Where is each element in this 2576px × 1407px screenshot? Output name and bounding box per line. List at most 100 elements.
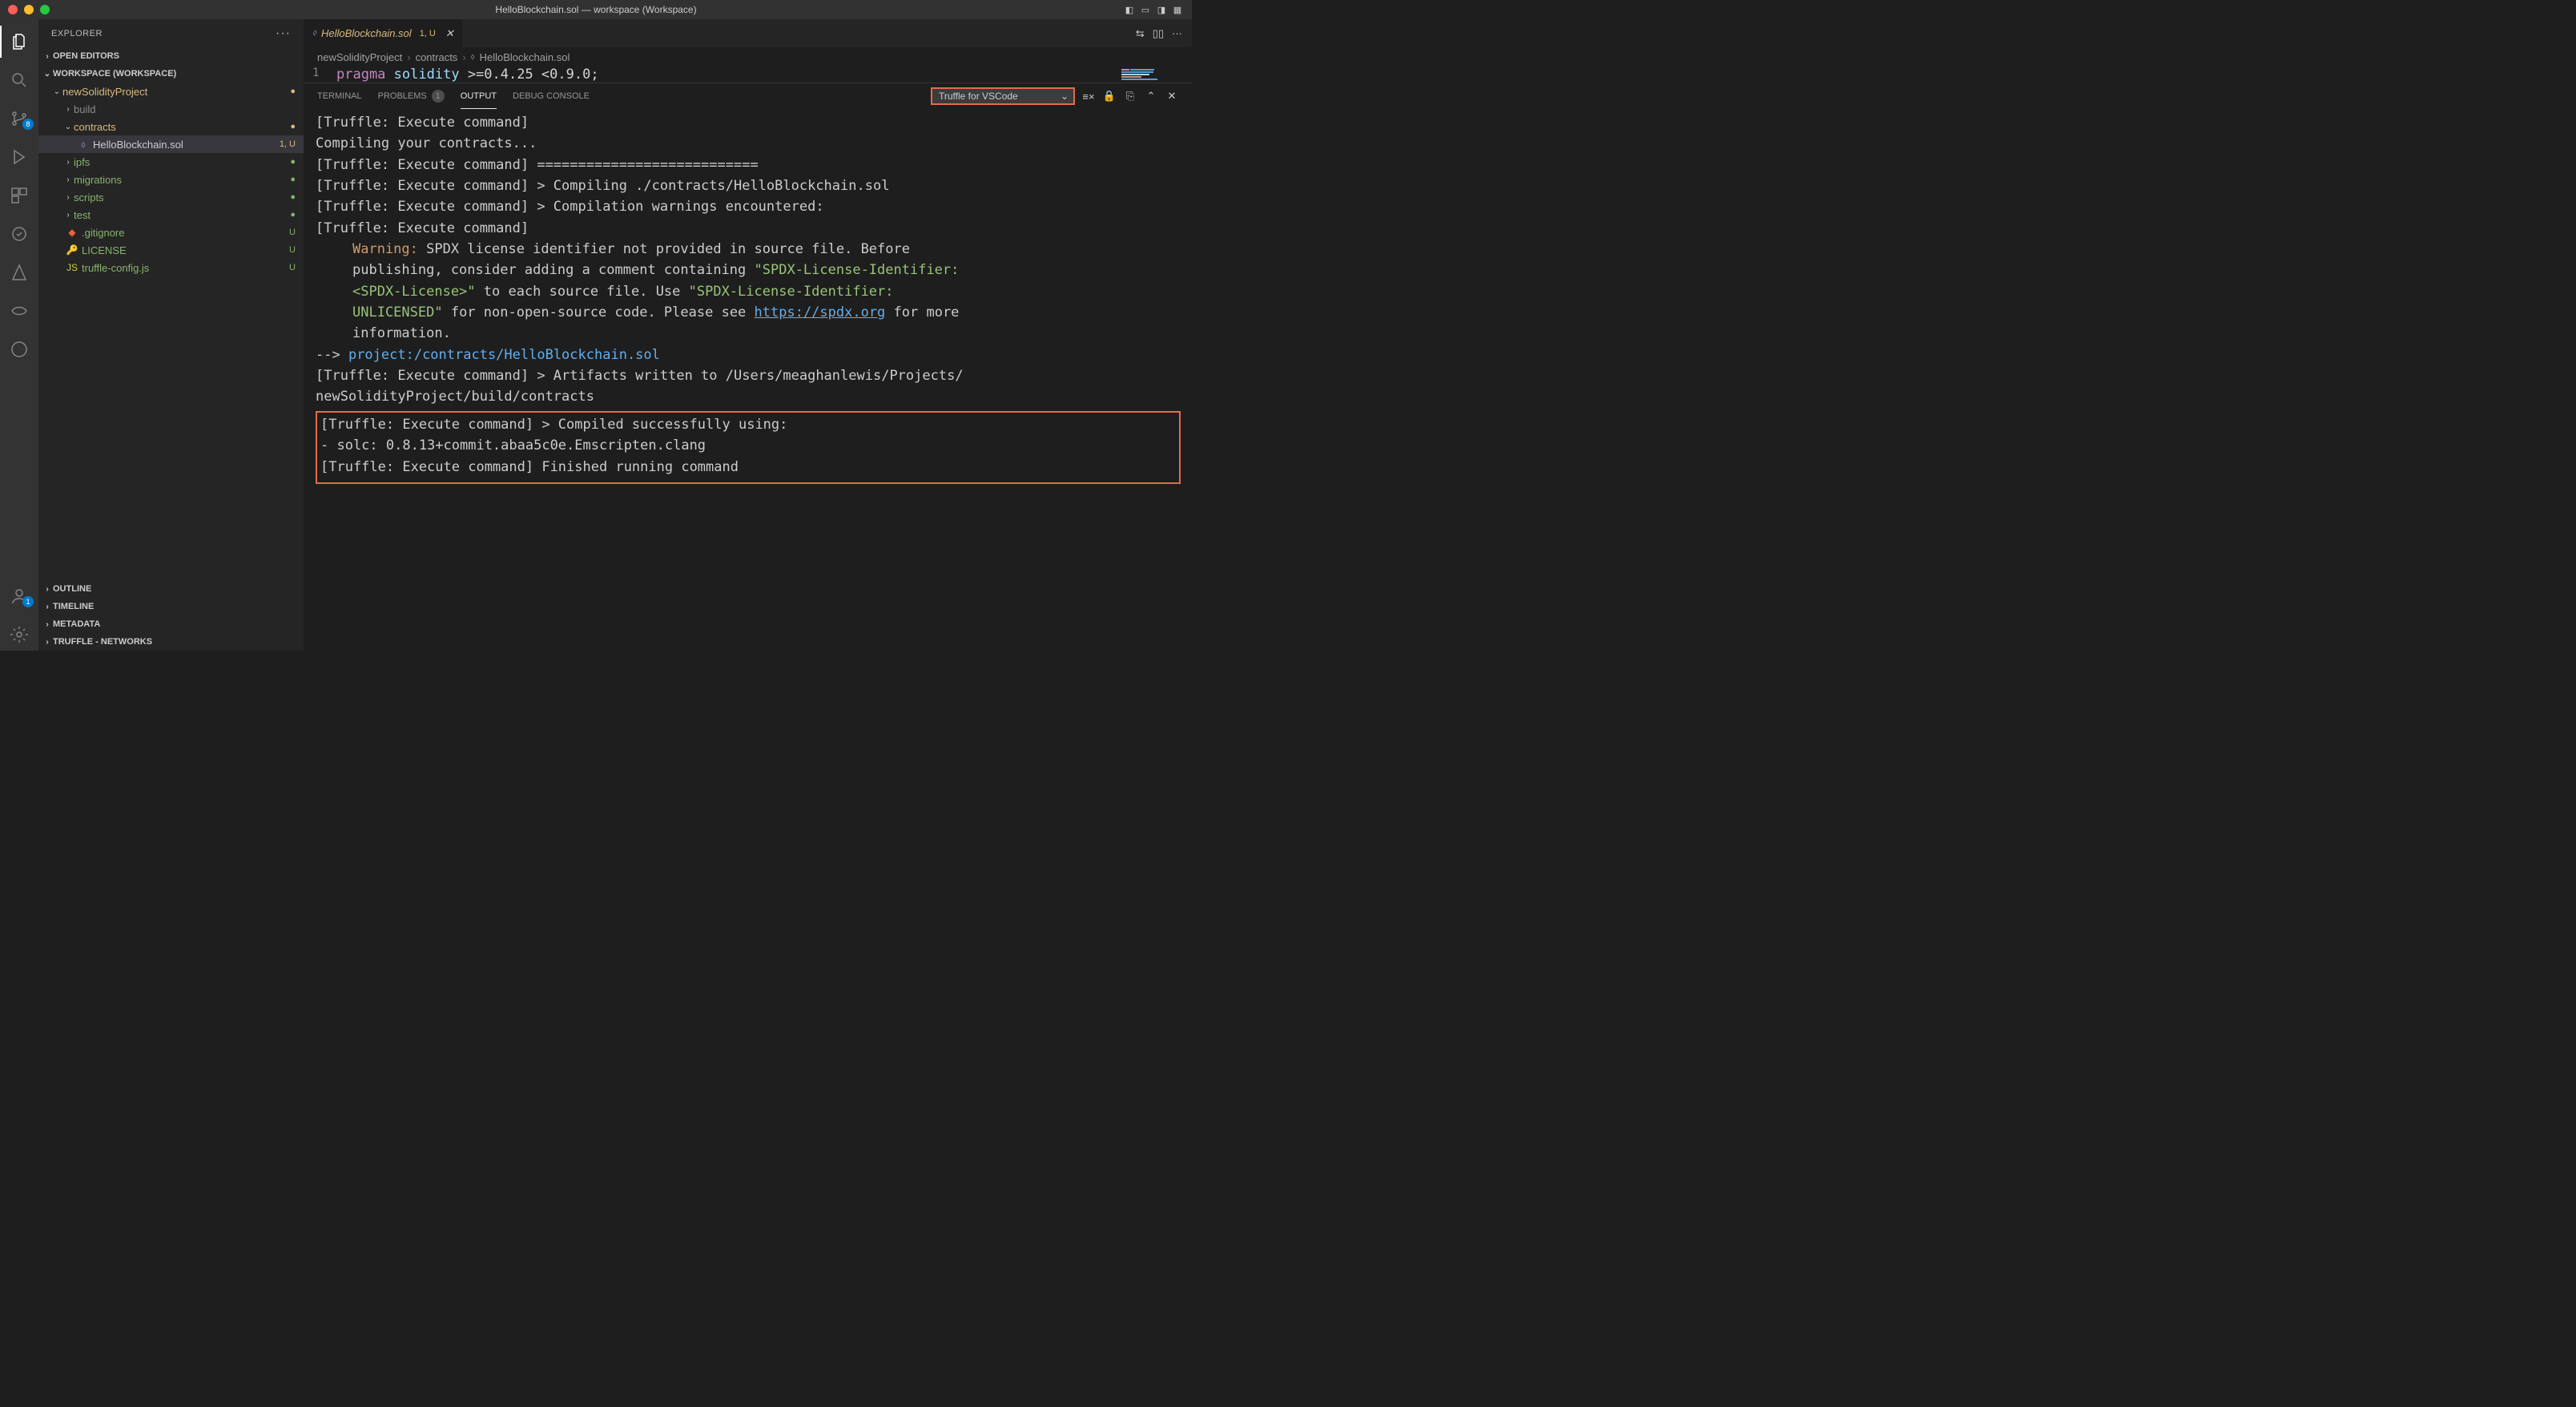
github-icon <box>10 340 29 359</box>
source-control-activity[interactable]: 8 <box>0 103 38 135</box>
beaker-icon <box>10 224 29 244</box>
clear-output-icon[interactable]: ⎘ <box>1123 90 1137 103</box>
folder-test[interactable]: › test ● <box>38 206 304 224</box>
breadcrumb[interactable]: newSolidityProject › contracts › ⬨ Hello… <box>304 47 1192 67</box>
open-editors-label: OPEN EDITORS <box>53 51 119 61</box>
testing-activity[interactable] <box>0 218 38 250</box>
breadcrumb-segment[interactable]: HelloBlockchain.sol <box>480 51 570 63</box>
account-badge: 1 <box>22 596 34 607</box>
file-gitignore[interactable]: ◆ .gitignore U <box>38 224 304 241</box>
folder-label: ipfs <box>74 156 90 168</box>
git-dot-icon: ● <box>290 122 296 131</box>
file-license[interactable]: 🔑 LICENSE U <box>38 241 304 259</box>
output-line: [Truffle: Execute command] Finished runn… <box>320 457 1176 478</box>
output-terminal[interactable]: [Truffle: Execute command] Compiling you… <box>304 109 1192 651</box>
remote-activity[interactable] <box>0 295 38 327</box>
folder-project[interactable]: ⌄ newSolidityProject ● <box>38 83 304 100</box>
breadcrumb-segment[interactable]: newSolidityProject <box>317 51 402 63</box>
file-truffle-config[interactable]: JS truffle-config.js U <box>38 259 304 276</box>
extensions-activity[interactable] <box>0 179 38 212</box>
git-dot-icon: ● <box>290 192 296 202</box>
toggle-panel-left-icon[interactable]: ◧ <box>1123 5 1136 14</box>
output-line: [Truffle: Execute command] <box>316 218 1181 239</box>
accounts-activity[interactable]: 1 <box>0 580 38 612</box>
remote-icon <box>10 301 29 321</box>
git-file-icon: ◆ <box>66 227 78 238</box>
azure-activity[interactable] <box>0 256 38 288</box>
workspace-section[interactable]: ⌄ WORKSPACE (WORKSPACE) <box>38 65 304 83</box>
folder-build[interactable]: › build <box>38 100 304 118</box>
split-editor-icon[interactable]: ▯▯ <box>1153 27 1164 40</box>
tab-problems[interactable]: PROBLEMS 1 <box>378 83 445 109</box>
breadcrumb-segment[interactable]: contracts <box>416 51 458 63</box>
explorer-activity[interactable] <box>0 26 38 58</box>
github-activity[interactable] <box>0 333 38 365</box>
output-line: --> project:/contracts/HelloBlockchain.s… <box>316 345 1181 365</box>
folder-ipfs[interactable]: › ipfs ● <box>38 153 304 171</box>
toggle-panel-right-icon[interactable]: ◨ <box>1155 5 1168 14</box>
warning-label: Warning: <box>352 241 418 257</box>
filter-icon[interactable]: ≡× <box>1081 91 1096 103</box>
close-tab-icon[interactable]: ✕ <box>445 27 454 40</box>
tab-hello[interactable]: ⬨ HelloBlockchain.sol 1, U ✕ <box>304 19 462 47</box>
output-line: [Truffle: Execute command] > Compiled su… <box>320 414 1176 435</box>
output-line: newSolidityProject/build/contracts <box>316 386 1181 407</box>
tab-label: PROBLEMS <box>378 91 427 101</box>
tab-terminal[interactable]: TERMINAL <box>317 83 362 109</box>
tab-output[interactable]: OUTPUT <box>461 83 497 109</box>
toggle-panel-bottom-icon[interactable]: ▭ <box>1139 5 1152 14</box>
git-status-label: U <box>289 228 296 237</box>
tab-filename: HelloBlockchain.sol <box>321 27 412 39</box>
settings-activity[interactable] <box>0 619 38 651</box>
outline-label: OUTLINE <box>53 584 91 594</box>
open-editors-section[interactable]: › OPEN EDITORS <box>38 47 304 65</box>
timeline-section[interactable]: › TIMELINE <box>38 598 304 615</box>
folder-label: test <box>74 209 91 221</box>
output-channel-dropdown[interactable]: Truffle for VSCode <box>931 87 1075 105</box>
folder-migrations[interactable]: › migrations ● <box>38 171 304 188</box>
more-actions-icon[interactable]: ··· <box>1172 27 1182 40</box>
js-file-icon: JS <box>66 262 78 273</box>
chevron-right-icon: › <box>62 158 74 167</box>
minimap[interactable] <box>1121 69 1185 88</box>
customize-layout-icon[interactable]: ▦ <box>1171 5 1184 14</box>
gear-icon <box>10 625 29 644</box>
workspace-label: WORKSPACE (WORKSPACE) <box>53 69 176 79</box>
window-controls <box>8 5 50 14</box>
output-line: [Truffle: Execute command] =============… <box>316 155 1181 175</box>
folder-label: migrations <box>74 174 122 186</box>
activity-bar: 8 1 <box>0 19 38 651</box>
file-label: LICENSE <box>82 244 127 256</box>
search-activity[interactable] <box>0 64 38 96</box>
outline-section[interactable]: › OUTLINE <box>38 580 304 598</box>
tab-git-status: 1, U <box>420 29 436 38</box>
collapse-panel-icon[interactable]: ⌃ <box>1144 90 1158 103</box>
close-window-button[interactable] <box>8 5 18 14</box>
chevron-right-icon: › <box>42 638 53 647</box>
maximize-window-button[interactable] <box>40 5 50 14</box>
file-hello[interactable]: ⬨ HelloBlockchain.sol 1, U <box>38 135 304 153</box>
output-line: <SPDX-License>" to each source file. Use… <box>316 281 1181 302</box>
output-line: - solc: 0.8.13+commit.abaa5c0e.Emscripte… <box>320 435 1176 456</box>
compare-changes-icon[interactable]: ⇆ <box>1136 27 1145 40</box>
close-panel-icon[interactable]: ✕ <box>1165 90 1179 103</box>
metadata-section[interactable]: › METADATA <box>38 615 304 633</box>
lock-scroll-icon[interactable]: 🔒 <box>1102 90 1117 103</box>
spdx-link[interactable]: https://spdx.org <box>755 304 886 321</box>
file-label: HelloBlockchain.sol <box>93 139 183 151</box>
run-debug-activity[interactable] <box>0 141 38 173</box>
folder-contracts[interactable]: ⌄ contracts ● <box>38 118 304 135</box>
project-path-link[interactable]: project:/contracts/HelloBlockchain.sol <box>348 347 660 363</box>
window-title: HelloBlockchain.sol — workspace (Workspa… <box>495 4 696 15</box>
solidity-file-icon: ⬨ <box>471 52 475 62</box>
chevron-right-icon: › <box>42 52 53 61</box>
explorer-more-icon[interactable]: ··· <box>276 26 291 41</box>
minimize-window-button[interactable] <box>24 5 34 14</box>
output-line: [Truffle: Execute command] > Compilation… <box>316 196 1181 217</box>
output-line: [Truffle: Execute command] > Compiling .… <box>316 175 1181 196</box>
truffle-networks-section[interactable]: › TRUFFLE - NETWORKS <box>38 633 304 651</box>
editor-tabs: ⬨ HelloBlockchain.sol 1, U ✕ ⇆ ▯▯ ··· <box>304 19 1192 47</box>
tab-debug-console[interactable]: DEBUG CONSOLE <box>513 83 590 109</box>
output-line: [Truffle: Execute command] > Artifacts w… <box>316 365 1181 386</box>
folder-scripts[interactable]: › scripts ● <box>38 188 304 206</box>
